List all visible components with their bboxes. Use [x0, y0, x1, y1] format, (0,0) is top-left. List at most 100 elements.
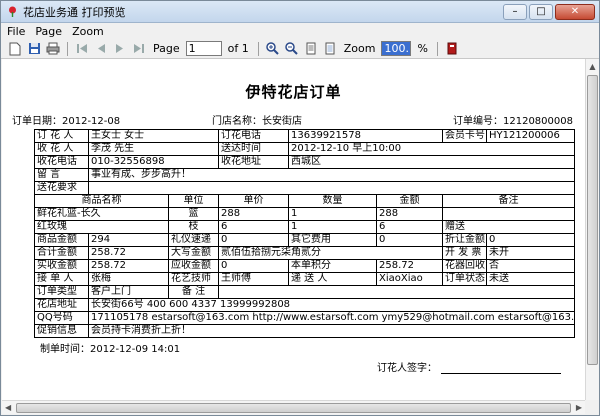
- items-header-unit: 单位: [168, 194, 219, 208]
- table-row: 订 花 人 王女士 女士 订花电话 13639921578 会员卡号 HY121…: [34, 129, 575, 143]
- page-label: Page: [153, 42, 180, 55]
- total-value: 258.72: [88, 246, 169, 260]
- scroll-left-icon[interactable]: ◀: [5, 403, 11, 412]
- vertical-scrollbar[interactable]: ▲: [585, 59, 599, 400]
- items-header-qty: 数量: [288, 194, 377, 208]
- items-header-amount: 金额: [376, 194, 443, 208]
- recycle-value: 否: [486, 259, 575, 273]
- table-row: 红玫瑰 枝 6 1 6 赠送: [34, 220, 575, 234]
- promo-label: 促销信息: [34, 324, 89, 338]
- buyer-label: 订 花 人: [34, 129, 89, 143]
- table-row: 收花电话 010-32556898 收花地址 西城区: [34, 155, 575, 169]
- zoom-in-icon[interactable]: [265, 41, 281, 57]
- other-fee-label: 其它费用: [288, 233, 377, 247]
- receiver-label: 收 花 人: [34, 142, 89, 156]
- qq-value: 171105178 estarsoft@163.com http://www.e…: [88, 311, 575, 325]
- order-type-label: 订单类型: [34, 285, 89, 299]
- store-label: 门店名称：: [212, 116, 262, 127]
- buyer-value: 王女士 女士: [88, 129, 219, 143]
- items-header-price: 单价: [218, 194, 289, 208]
- signature-row: 订花人签字：: [2, 359, 561, 374]
- order-meta-row: 订单日期：2012-12-08 门店名称：长安街店 订单编号：121208000…: [12, 112, 573, 127]
- scroll-right-icon[interactable]: ▶: [576, 403, 582, 412]
- item-price: 6: [218, 220, 289, 234]
- whole-page-icon[interactable]: [322, 41, 338, 57]
- delivery-requirements-value: [88, 181, 575, 195]
- window-title: 花店业务通 打印预览: [23, 5, 126, 19]
- delivery-requirements-label: 送花要求: [34, 181, 89, 195]
- document-title: 伊特花店订单: [245, 83, 342, 101]
- points-value: 258.72: [376, 259, 443, 273]
- due-value: 0: [218, 259, 289, 273]
- page-number-input[interactable]: [185, 41, 222, 56]
- exit-icon[interactable]: [444, 41, 460, 57]
- print-icon[interactable]: [45, 41, 61, 57]
- taker-label: 接 单 人: [34, 272, 89, 286]
- receiver-value: 李茂 先生: [88, 142, 219, 156]
- item-amount: 288: [376, 207, 443, 221]
- courier-label: 递 送 人: [288, 272, 377, 286]
- store-name: 长安街店: [262, 116, 302, 127]
- total-chinese-label: 大写金额: [168, 246, 219, 260]
- florist-value: 王师傅: [218, 272, 289, 286]
- delivery-time-value: 2012-12-10 早上10:00: [288, 142, 575, 156]
- last-page-icon[interactable]: [131, 41, 147, 57]
- previous-page-icon[interactable]: [93, 41, 109, 57]
- receiver-phone-value: 010-32556898: [88, 155, 219, 169]
- page-width-icon[interactable]: [303, 41, 319, 57]
- menu-bar: File Page Zoom: [1, 23, 599, 39]
- menu-page[interactable]: Page: [35, 25, 62, 38]
- menu-zoom[interactable]: Zoom: [72, 25, 104, 38]
- total-label: 合计金额: [34, 246, 89, 260]
- item-unit: 枝: [168, 220, 219, 234]
- total-chinese-value: 贰佰伍拾捌元柒角贰分: [218, 246, 443, 260]
- toolbar-separator: [67, 41, 68, 56]
- horizontal-scroll-thumb[interactable]: [16, 403, 571, 413]
- receiver-address-label: 收花地址: [218, 155, 289, 169]
- new-document-icon[interactable]: [7, 41, 23, 57]
- discount-value: 0: [486, 233, 575, 247]
- courier-value: XiaoXiao: [376, 272, 443, 286]
- item-amount: 6: [376, 220, 443, 234]
- items-header-remark: 备注: [442, 194, 575, 208]
- zoom-input[interactable]: [381, 41, 412, 56]
- flower-app-icon: [5, 5, 19, 19]
- made-time-row: 制单时间：2012-12-09 14:01: [40, 340, 569, 355]
- save-icon[interactable]: [26, 41, 42, 57]
- member-value: HY121200006: [486, 129, 575, 143]
- menu-file[interactable]: File: [7, 25, 25, 38]
- item-remark: 赠送: [442, 220, 575, 234]
- shop-address-label: 花店地址: [34, 298, 89, 312]
- minimize-button[interactable]: –: [503, 3, 527, 20]
- signature-line: [441, 359, 561, 374]
- invoice-value: 未开: [486, 246, 575, 260]
- table-row: 接 单 人 张梅 花艺技师 王师傅 递 送 人 XiaoXiao 订单状态 未送: [34, 272, 575, 286]
- goods-amount-value: 294: [88, 233, 169, 247]
- order-type-value: 客户上门: [88, 285, 169, 299]
- vertical-scroll-thumb[interactable]: [587, 75, 598, 365]
- title-bar: 花店业务通 打印预览 – □ ✕: [1, 1, 599, 23]
- made-time-label: 制单时间：: [40, 344, 90, 355]
- points-label: 本单积分: [288, 259, 377, 273]
- item-name: 鲜花礼篮-长久: [34, 207, 169, 221]
- order-table: 订 花 人 王女士 女士 订花电话 13639921578 会员卡号 HY121…: [34, 129, 575, 338]
- discount-label: 折让金额: [442, 233, 487, 247]
- close-button[interactable]: ✕: [555, 3, 595, 20]
- order-number-label: 订单编号：: [453, 116, 503, 127]
- next-page-icon[interactable]: [112, 41, 128, 57]
- first-page-icon[interactable]: [74, 41, 90, 57]
- promo-value: 会员持卡消费折上折！: [88, 324, 575, 338]
- remark-value: [218, 285, 575, 299]
- order-date-label: 订单日期：: [12, 116, 62, 127]
- message-label: 留 言: [34, 168, 89, 182]
- florist-label: 花艺技师: [168, 272, 219, 286]
- remark-label: 备 注: [168, 285, 219, 299]
- table-row: 花店地址 长安街66号 400 600 4337 13999992808: [34, 298, 575, 312]
- zoom-out-icon[interactable]: [284, 41, 300, 57]
- horizontal-scrollbar[interactable]: ◀ ▶: [2, 400, 585, 414]
- print-preview-window: 花店业务通 打印预览 – □ ✕ File Page Zoom Page of …: [0, 0, 600, 416]
- signature-label: 订花人签字：: [377, 363, 437, 374]
- maximize-button[interactable]: □: [529, 3, 553, 20]
- scroll-up-icon[interactable]: ▲: [586, 59, 599, 73]
- toolbar-separator: [436, 41, 438, 56]
